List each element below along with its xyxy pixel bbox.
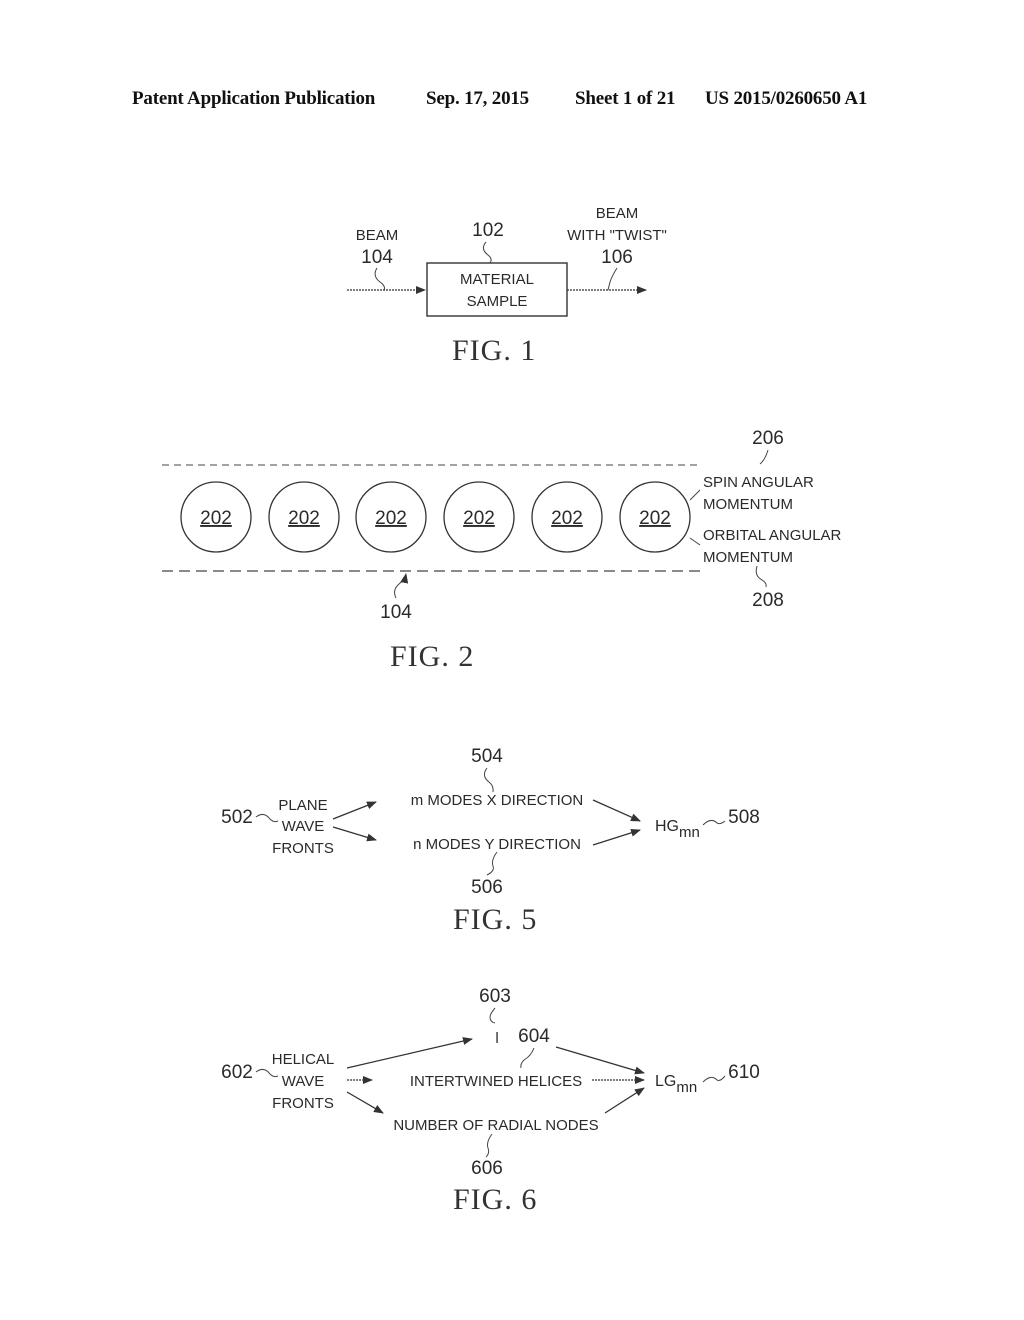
fig1-box-leader	[482, 241, 492, 264]
fig1-box-line2: SAMPLE	[467, 293, 528, 310]
fig6-source-line2: WAVE	[282, 1073, 325, 1090]
fig2-beam-leader	[394, 573, 409, 599]
fig1-box-ref: 102	[472, 220, 504, 241]
fig6-result-subscript: mn	[676, 1079, 697, 1096]
figure-2: 206 202 202 202 202 202 202 SPIN ANGULAR…	[162, 428, 842, 623]
fig6-source-line3: FRONTS	[272, 1095, 334, 1112]
fig6-middle-text: INTERTWINED HELICES	[410, 1073, 582, 1090]
fig6-arrow-top-to-result	[555, 1046, 645, 1075]
fig1-box-line1: MATERIAL	[460, 271, 534, 288]
photon-circle: 202	[619, 481, 691, 553]
fig5-lower-leader	[486, 851, 498, 876]
fig5-arrow-to-upper	[332, 801, 377, 820]
fig6-caption: FIG. 6	[453, 1183, 538, 1216]
fig2-spin-line1: SPIN ANGULAR	[703, 474, 814, 491]
figure-5: 504 502 PLANE WAVE FRONTS m MODES X DIRE…	[221, 746, 760, 898]
fig6-arrow-to-top	[346, 1037, 473, 1069]
fig1-output-ref: 106	[601, 247, 633, 268]
fig5-result-main: HG	[655, 818, 679, 835]
fig5-arrow-to-lower	[332, 826, 377, 842]
fig6-middle-leader	[520, 1047, 535, 1069]
fig6-source-ref: 602	[221, 1062, 253, 1083]
fig1-input-label: BEAM	[356, 227, 399, 244]
circle-label: 202	[288, 508, 320, 529]
fig2-spin-ref: 206	[752, 428, 784, 449]
fig6-bottom-ref: 606	[471, 1158, 503, 1179]
fig1-output-label-1: BEAM	[596, 205, 639, 222]
fig1-output-leader	[607, 267, 618, 291]
fig1-input-ref: 104	[361, 247, 393, 268]
orbital-leader	[689, 537, 701, 546]
fig6-source-line1: HELICAL	[272, 1051, 335, 1068]
fig6-result: LGmn	[655, 1073, 697, 1096]
photon-circle: 202	[268, 481, 340, 553]
fig1-output-label-2: WITH "TWIST"	[567, 227, 667, 244]
fig6-result-ref: 610	[728, 1062, 760, 1083]
photon-circle: 202	[180, 481, 252, 553]
circle-label: 202	[639, 508, 671, 529]
fig6-arrow-to-bottom	[346, 1091, 384, 1114]
figures-canvas: BEAM 104 102 MATERIAL SAMPLE BEAM WITH "…	[162, 205, 842, 1179]
fig5-source-line2: WAVE	[282, 818, 325, 835]
fig5-result-leader	[702, 819, 726, 826]
fig5-upper-leader	[483, 767, 494, 793]
fig5-result: HGmn	[655, 818, 700, 841]
fig5-result-ref: 508	[728, 807, 760, 828]
figure-6: 603 l 604 602 HELICAL WAVE FRONTS INTERT…	[221, 986, 760, 1179]
fig5-source-line1: PLANE	[278, 797, 327, 814]
circle-label: 202	[375, 508, 407, 529]
circle-label: 202	[200, 508, 232, 529]
fig2-spin-ref-leader	[759, 449, 769, 465]
fig6-top-leader	[489, 1007, 496, 1024]
fig5-source-ref: 502	[221, 807, 253, 828]
fig5-lower-mode: n MODES Y DIRECTION	[413, 836, 581, 853]
fig6-middle-ref: 604	[518, 1026, 550, 1047]
fig2-spin-line2: MOMENTUM	[703, 496, 793, 513]
fig6-bottom-text: NUMBER OF RADIAL NODES	[393, 1117, 598, 1134]
fig2-orbital-ref: 208	[752, 590, 784, 611]
fig5-caption: FIG. 5	[453, 903, 538, 936]
fig2-orbital-line2: MOMENTUM	[703, 549, 793, 566]
fig2-orbital-ref-leader	[755, 565, 767, 588]
spin-leader	[689, 489, 701, 501]
circle-label: 202	[463, 508, 495, 529]
fig5-source-line3: FRONTS	[272, 840, 334, 857]
fig1-input-leader	[374, 267, 385, 291]
fig2-caption: FIG. 2	[390, 640, 475, 673]
fig5-arrow-lower-to-result	[592, 828, 641, 846]
photon-circle: 202	[355, 481, 427, 553]
fig5-upper-ref: 504	[471, 746, 503, 767]
fig6-source-leader	[255, 1068, 279, 1078]
fig6-result-leader	[702, 1075, 726, 1083]
fig5-arrow-upper-to-result	[592, 799, 641, 822]
photon-circle: 202	[531, 481, 603, 553]
fig5-lower-ref: 506	[471, 877, 503, 898]
fig5-source-leader	[255, 813, 279, 823]
fig6-arrow-bottom-to-result	[604, 1087, 645, 1114]
fig5-result-subscript: mn	[679, 824, 700, 841]
fig6-top-symbol: l	[495, 1030, 498, 1047]
photon-circle: 202	[443, 481, 515, 553]
fig2-beam-ref: 104	[380, 602, 412, 623]
fig6-top-ref: 603	[479, 986, 511, 1007]
fig2-orbital-line1: ORBITAL ANGULAR	[703, 527, 842, 544]
fig6-bottom-leader	[485, 1133, 493, 1158]
fig6-result-main: LG	[655, 1073, 676, 1090]
fig1-caption: FIG. 1	[452, 334, 537, 367]
circle-label: 202	[551, 508, 583, 529]
fig5-upper-mode: m MODES X DIRECTION	[411, 792, 584, 809]
figure-1: BEAM 104 102 MATERIAL SAMPLE BEAM WITH "…	[347, 205, 667, 317]
